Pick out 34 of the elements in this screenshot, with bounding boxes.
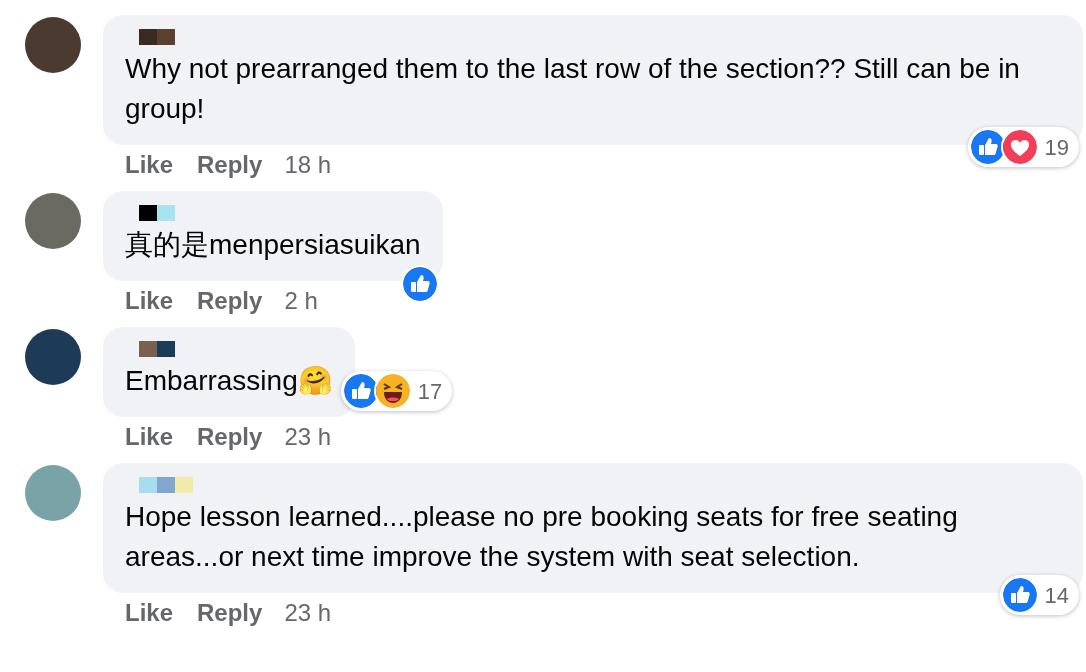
- comment-text: Embarrassing🤗: [125, 364, 333, 398]
- reaction-count: 19: [1044, 133, 1069, 162]
- like-reaction-icon: [1000, 576, 1039, 614]
- comment-text: 真的是menpersiasuikan: [125, 228, 421, 262]
- reaction-summary[interactable]: [400, 265, 439, 303]
- timestamp[interactable]: 23 h: [284, 595, 332, 631]
- reaction-summary[interactable]: 14: [999, 575, 1079, 615]
- heart-reaction-icon: [1000, 128, 1039, 166]
- reaction-summary[interactable]: 17: [340, 371, 453, 411]
- comment-action-link[interactable]: Reply: [197, 147, 263, 183]
- comment-action-link[interactable]: Like: [125, 147, 174, 183]
- comment-text: Why not prearranged them to the last row of the section?? Still can be in group!: [125, 52, 1021, 126]
- avatar[interactable]: [25, 17, 81, 73]
- reaction-count: 17: [417, 377, 443, 406]
- redacted-name: [139, 341, 175, 357]
- comment-action-link[interactable]: Reply: [197, 419, 263, 455]
- timestamp[interactable]: 23 h: [284, 419, 332, 455]
- comment-action-link[interactable]: Like: [125, 595, 174, 631]
- redacted-name: [139, 205, 175, 221]
- timestamp[interactable]: 2 h: [284, 283, 318, 319]
- redacted-name: [139, 29, 175, 45]
- timestamp[interactable]: 18 h: [284, 147, 332, 183]
- comment-action-link[interactable]: Reply: [197, 283, 263, 319]
- redacted-name: [139, 477, 193, 493]
- avatar[interactable]: [25, 193, 81, 249]
- reaction-summary[interactable]: 19: [967, 127, 1079, 167]
- comment-action-link[interactable]: Like: [125, 419, 174, 455]
- comment-action-link[interactable]: Reply: [197, 595, 263, 631]
- like-reaction-icon: [400, 265, 439, 303]
- reaction-count: 14: [1044, 581, 1069, 610]
- laughing-face-icon: [373, 372, 412, 410]
- comment-text: Hope lesson learned....please no pre booking seats for free seating areas...or next time improve the system with seat selection.: [125, 500, 959, 574]
- avatar[interactable]: [25, 329, 81, 385]
- comment-action-link[interactable]: Like: [125, 283, 174, 319]
